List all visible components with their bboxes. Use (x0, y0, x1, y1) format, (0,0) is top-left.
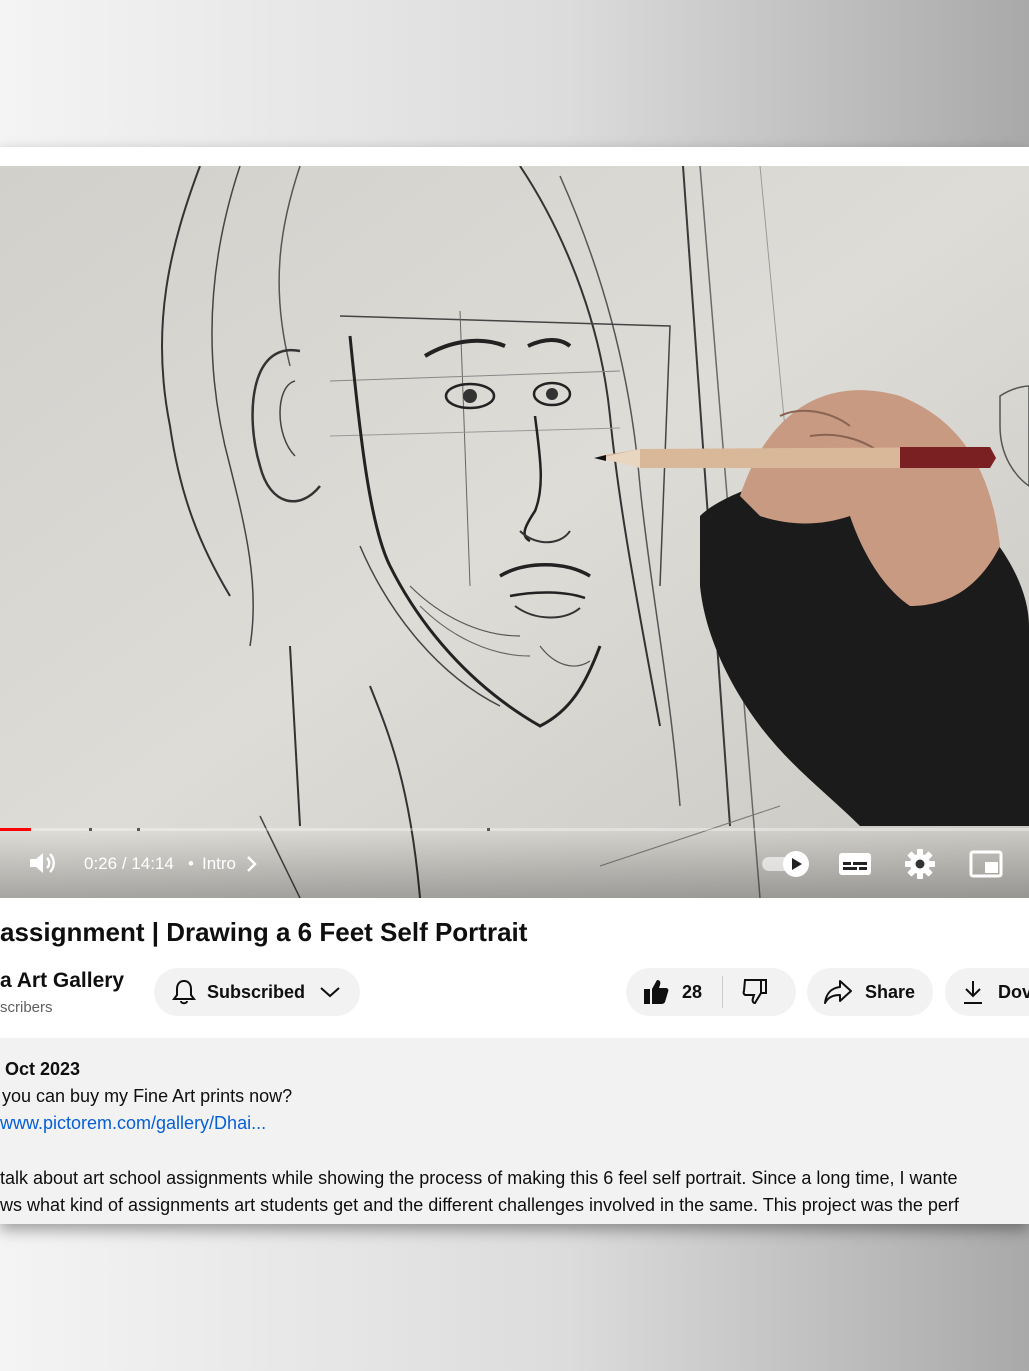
thumbs-down-icon[interactable] (741, 978, 769, 1006)
chevron-down-icon (319, 985, 341, 999)
miniplayer-icon[interactable] (969, 849, 1003, 884)
share-label: Share (865, 981, 916, 1002)
like-count: 28 (682, 981, 703, 1002)
description-line: ws what kind of assignments art students… (0, 1195, 959, 1215)
video-player[interactable]: 0:26 / 14:14 • Intro (0, 166, 1029, 898)
like-dislike-group: 28 (626, 968, 796, 1016)
volume-icon[interactable] (26, 847, 58, 884)
time-display: 0:26 / 14:14 (84, 854, 174, 874)
current-time: 0:26 (84, 854, 118, 873)
autoplay-toggle-icon[interactable] (760, 849, 812, 884)
description-link[interactable]: www.pictorem.com/gallery/Dhai... (0, 1113, 266, 1134)
subscribe-label: Subscribed (207, 981, 306, 1002)
like-divider (722, 976, 724, 1008)
upload-date: Oct 2023 (5, 1059, 81, 1079)
chapter-title[interactable]: Intro (202, 854, 236, 874)
channel-name[interactable]: a Art Gallery (0, 969, 124, 993)
description-box[interactable]: Oct 2023 you can buy my Fine Art prints … (0, 1038, 1029, 1224)
thumbs-up-icon[interactable] (642, 978, 670, 1006)
download-button[interactable]: Dov (945, 968, 1029, 1016)
video-title: assignment | Drawing a 6 Feet Self Portr… (0, 917, 528, 947)
player-controls: 0:26 / 14:14 • Intro (0, 831, 1029, 898)
chapter-dot: • (188, 854, 194, 873)
download-label: Dov (998, 981, 1029, 1002)
description-line: you can buy my Fine Art prints now? (2, 1086, 293, 1106)
subtitles-icon[interactable] (838, 850, 872, 883)
bell-icon (171, 978, 197, 1006)
subscribe-button[interactable]: Subscribed (154, 968, 360, 1016)
video-card: 0:26 / 14:14 • Intro assignment | Drawin… (0, 147, 1029, 1224)
duration: 14:14 (131, 854, 174, 873)
settings-gear-icon[interactable] (904, 848, 936, 885)
subscriber-count: scribers (0, 999, 53, 1016)
description-line: talk about art school assignments while … (0, 1168, 958, 1188)
download-icon (962, 979, 984, 1005)
time-separator: / (121, 854, 127, 873)
video-frame-drawing (0, 166, 1029, 898)
chevron-right-icon[interactable] (245, 855, 259, 878)
share-button[interactable]: Share (807, 968, 933, 1016)
share-arrow-icon (823, 979, 853, 1005)
